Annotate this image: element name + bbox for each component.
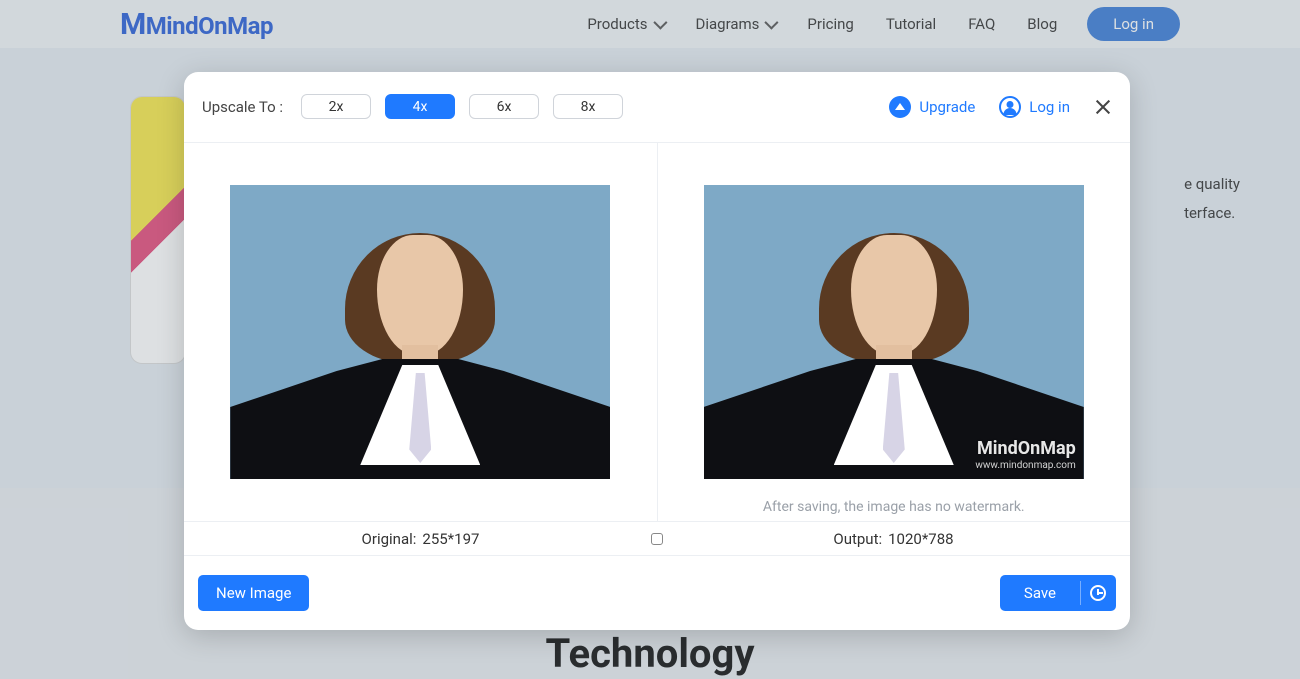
- save-button[interactable]: Save: [1000, 575, 1080, 611]
- output-dimensions: Output:1020*788: [657, 530, 1130, 548]
- output-image: MindOnMap www.mindonmap.com: [704, 185, 1084, 479]
- compare-area: MindOnMap www.mindonmap.com After saving…: [184, 142, 1130, 522]
- scale-2x-button[interactable]: 2x: [301, 94, 371, 119]
- output-pane: MindOnMap www.mindonmap.com After saving…: [657, 143, 1131, 521]
- modal-login-link[interactable]: Log in: [999, 96, 1070, 118]
- compare-handle-icon[interactable]: [651, 533, 663, 545]
- upscaler-modal: Upscale To : 2x 4x 6x 8x Upgrade Log in: [184, 72, 1130, 630]
- original-pane: [184, 143, 657, 521]
- upgrade-link[interactable]: Upgrade: [889, 96, 975, 118]
- upgrade-icon: [889, 96, 911, 118]
- watermark-note: After saving, the image has no watermark…: [658, 499, 1131, 515]
- original-dimensions: Original:255*197: [184, 530, 657, 548]
- user-icon: [999, 96, 1021, 118]
- new-image-button[interactable]: New Image: [198, 575, 309, 611]
- clock-icon: [1090, 585, 1106, 601]
- scale-8x-button[interactable]: 8x: [553, 94, 623, 119]
- upscale-label: Upscale To :: [202, 98, 283, 116]
- dimensions-bar: Original:255*197 Output:1020*788: [184, 522, 1130, 556]
- scale-4x-button[interactable]: 4x: [385, 94, 455, 119]
- original-image: [230, 185, 610, 479]
- watermark: MindOnMap www.mindonmap.com: [975, 439, 1075, 471]
- close-icon[interactable]: [1094, 98, 1112, 116]
- scale-6x-button[interactable]: 6x: [469, 94, 539, 119]
- modal-toolbar: Upscale To : 2x 4x 6x 8x Upgrade Log in: [184, 72, 1130, 142]
- save-history-button[interactable]: [1080, 575, 1116, 611]
- modal-actions: New Image Save: [184, 556, 1130, 630]
